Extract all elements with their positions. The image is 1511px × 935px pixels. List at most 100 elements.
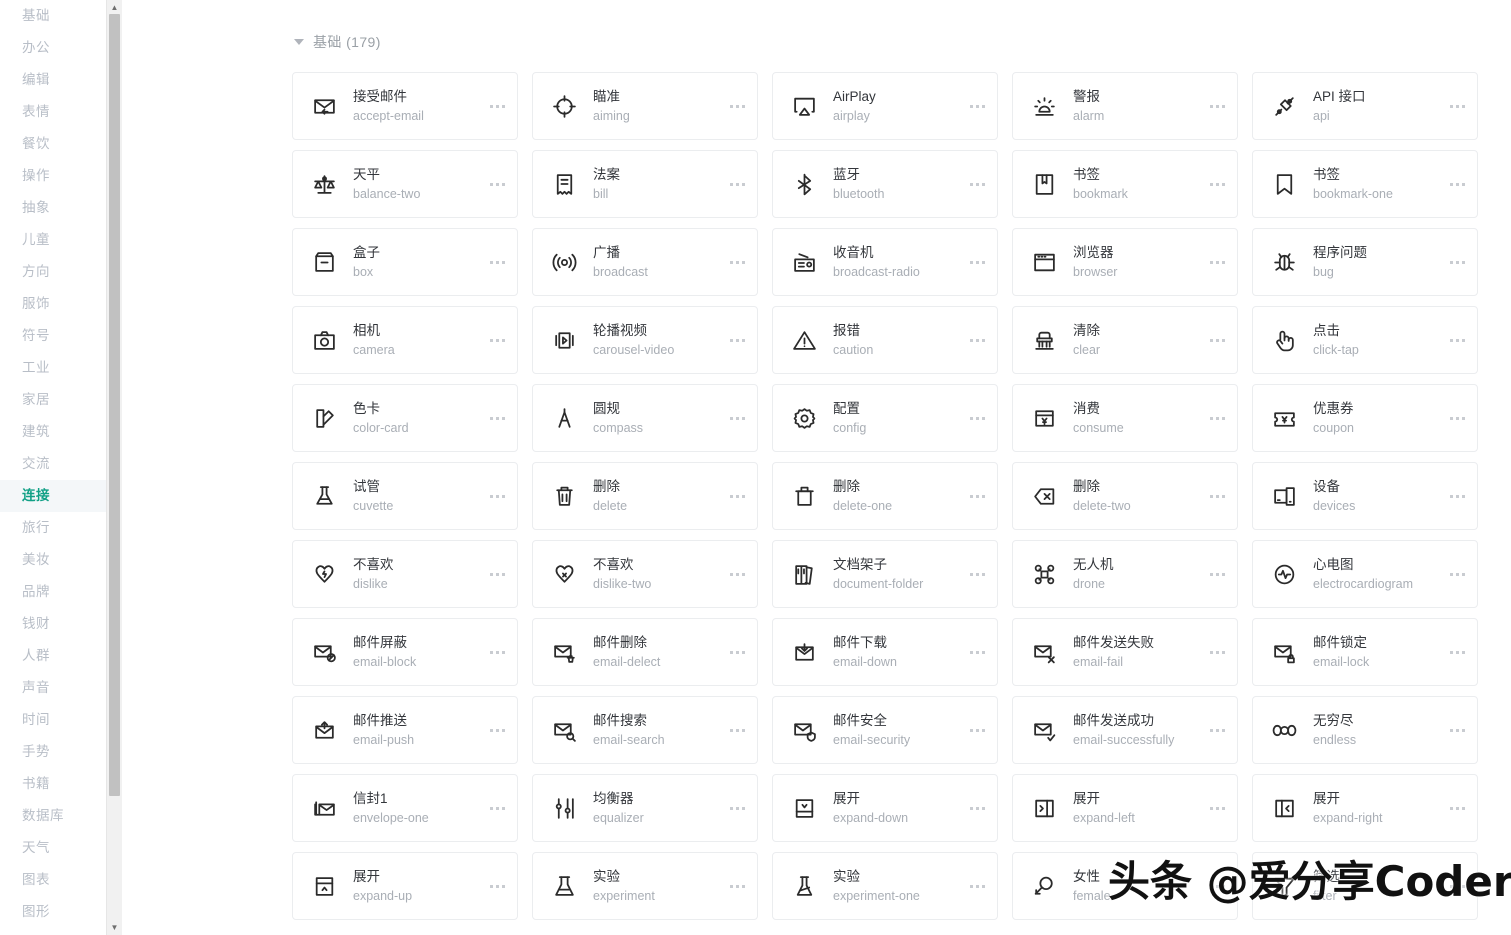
more-options-icon[interactable] [723,330,745,350]
more-options-icon[interactable] [723,642,745,662]
icon-card[interactable]: 圆规 compass [532,384,758,452]
icon-card[interactable]: 无穷尽 endless [1252,696,1478,764]
sidebar-item-18[interactable]: 品牌 [0,576,122,608]
more-options-icon[interactable] [483,876,505,896]
scroll-down-arrow-icon[interactable]: ▼ [107,920,122,935]
more-options-icon[interactable] [1443,798,1465,818]
icon-card[interactable]: 邮件推送 email-push [292,696,518,764]
icon-card[interactable]: 删除 delete-one [772,462,998,530]
more-options-icon[interactable] [1203,564,1225,584]
more-options-icon[interactable] [1203,876,1225,896]
more-options-icon[interactable] [723,96,745,116]
more-options-icon[interactable] [723,720,745,740]
icon-card[interactable]: 优惠券 coupon [1252,384,1478,452]
sidebar-item-2[interactable]: 编辑 [0,64,122,96]
sidebar-scrollbar-thumb[interactable] [109,14,120,796]
sidebar-item-14[interactable]: 交流 [0,448,122,480]
icon-card[interactable]: 配置 config [772,384,998,452]
more-options-icon[interactable] [483,642,505,662]
sidebar-item-23[interactable]: 手势 [0,736,122,768]
sidebar-item-6[interactable]: 抽象 [0,192,122,224]
icon-card[interactable]: 警报 alarm [1012,72,1238,140]
more-options-icon[interactable] [1443,642,1465,662]
icon-card[interactable]: 女性 female [1012,852,1238,920]
more-options-icon[interactable] [1203,408,1225,428]
more-options-icon[interactable] [963,486,985,506]
more-options-icon[interactable] [1203,330,1225,350]
sidebar-item-19[interactable]: 钱财 [0,608,122,640]
icon-card[interactable]: 实验 experiment-one [772,852,998,920]
more-options-icon[interactable] [963,798,985,818]
more-options-icon[interactable] [1203,252,1225,272]
more-options-icon[interactable] [1443,486,1465,506]
more-options-icon[interactable] [1443,174,1465,194]
sidebar-item-1[interactable]: 办公 [0,32,122,64]
icon-card[interactable]: 展开 expand-down [772,774,998,842]
more-options-icon[interactable] [1203,798,1225,818]
icon-card[interactable]: 消费 consume [1012,384,1238,452]
more-options-icon[interactable] [1443,876,1465,896]
scroll-up-arrow-icon[interactable]: ▲ [107,0,122,15]
more-options-icon[interactable] [723,798,745,818]
more-options-icon[interactable] [1203,720,1225,740]
sidebar-item-25[interactable]: 数据库 [0,800,122,832]
more-options-icon[interactable] [483,252,505,272]
more-options-icon[interactable] [1443,96,1465,116]
icon-card[interactable]: 均衡器 equalizer [532,774,758,842]
sidebar-item-21[interactable]: 声音 [0,672,122,704]
icon-card[interactable]: 点击 click-tap [1252,306,1478,374]
sidebar-scrollbar[interactable]: ▲ ▼ [106,0,122,935]
icon-card[interactable]: 色卡 color-card [292,384,518,452]
icon-card[interactable]: 删除 delete [532,462,758,530]
sidebar-item-13[interactable]: 建筑 [0,416,122,448]
more-options-icon[interactable] [723,174,745,194]
icon-card[interactable]: 邮件屏蔽 email-block [292,618,518,686]
more-options-icon[interactable] [963,96,985,116]
icon-card[interactable]: 设备 devices [1252,462,1478,530]
icon-card[interactable]: 相机 camera [292,306,518,374]
icon-card[interactable]: 书签 bookmark-one [1252,150,1478,218]
sidebar-item-0[interactable]: 基础 [0,0,122,32]
more-options-icon[interactable] [723,408,745,428]
icon-card[interactable]: 邮件下载 email-down [772,618,998,686]
icon-card[interactable]: 邮件搜索 email-search [532,696,758,764]
more-options-icon[interactable] [723,876,745,896]
more-options-icon[interactable] [963,408,985,428]
chevron-down-icon[interactable] [294,39,304,45]
icon-card[interactable]: 蓝牙 bluetooth [772,150,998,218]
more-options-icon[interactable] [483,720,505,740]
more-options-icon[interactable] [483,174,505,194]
sidebar-item-24[interactable]: 书籍 [0,768,122,800]
sidebar-item-17[interactable]: 美妆 [0,544,122,576]
more-options-icon[interactable] [1203,486,1225,506]
more-options-icon[interactable] [483,564,505,584]
icon-card[interactable]: 展开 expand-right [1252,774,1478,842]
sidebar-item-7[interactable]: 儿童 [0,224,122,256]
icon-card[interactable]: 报错 caution [772,306,998,374]
icon-card[interactable]: 不喜欢 dislike-two [532,540,758,608]
more-options-icon[interactable] [723,564,745,584]
sidebar-item-27[interactable]: 图表 [0,864,122,896]
sidebar-item-8[interactable]: 方向 [0,256,122,288]
sidebar-item-10[interactable]: 符号 [0,320,122,352]
more-options-icon[interactable] [963,174,985,194]
icon-card[interactable]: AirPlay airplay [772,72,998,140]
sidebar-item-26[interactable]: 天气 [0,832,122,864]
icon-card[interactable]: 邮件发送成功 email-successfully [1012,696,1238,764]
icon-card[interactable]: 实验 experiment [532,852,758,920]
icon-card[interactable]: 盒子 box [292,228,518,296]
more-options-icon[interactable] [483,486,505,506]
more-options-icon[interactable] [963,720,985,740]
more-options-icon[interactable] [1203,642,1225,662]
more-options-icon[interactable] [963,876,985,896]
icon-card[interactable]: 删除 delete-two [1012,462,1238,530]
sidebar-item-5[interactable]: 操作 [0,160,122,192]
sidebar-item-20[interactable]: 人群 [0,640,122,672]
icon-card[interactable]: 心电图 electrocardiogram [1252,540,1478,608]
more-options-icon[interactable] [1443,330,1465,350]
icon-card[interactable]: 无人机 drone [1012,540,1238,608]
icon-card[interactable]: 信封1 envelope-one [292,774,518,842]
more-options-icon[interactable] [963,330,985,350]
icon-card[interactable]: 展开 expand-up [292,852,518,920]
more-options-icon[interactable] [1443,252,1465,272]
